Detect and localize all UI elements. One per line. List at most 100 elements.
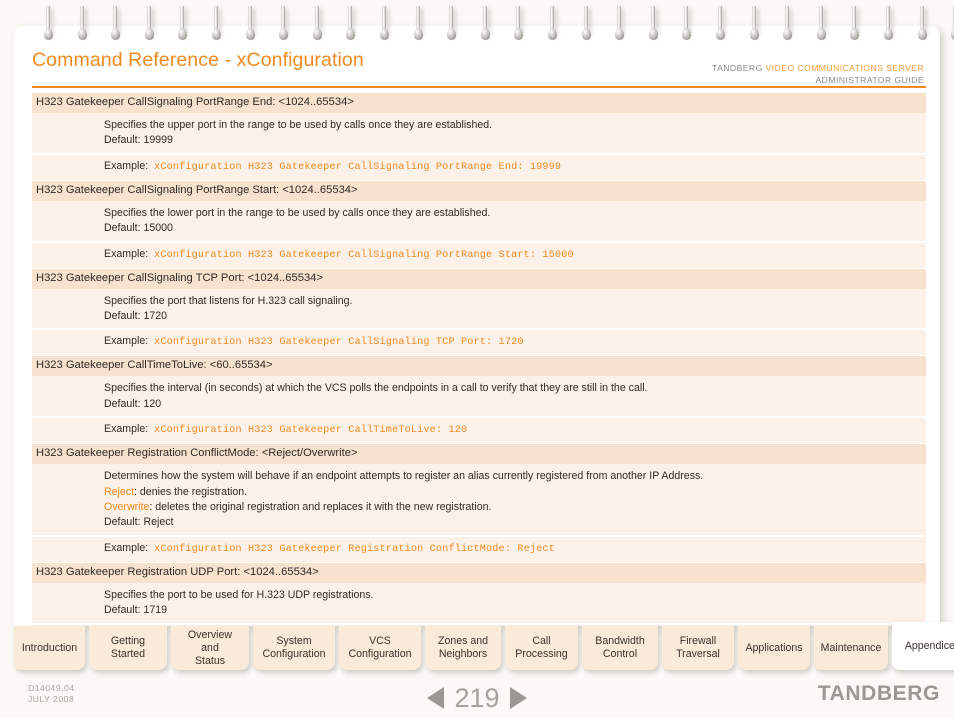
tab-label: Call Processing — [515, 635, 568, 660]
tab-zones-and-neighbors[interactable]: Zones and Neighbors — [425, 626, 501, 670]
example-code: xConfiguration H323 Gatekeeper CallSigna… — [154, 337, 524, 349]
tab-bandwidth-control[interactable]: Bandwidth Control — [582, 626, 658, 670]
command-entry-body: Specifies the lower port in the range to… — [32, 200, 926, 268]
triangle-right-icon[interactable] — [509, 687, 527, 709]
example-code: xConfiguration H323 Gatekeeper CallSigna… — [154, 249, 574, 261]
example-label: Example: — [104, 541, 149, 554]
command-entry: H323 Gatekeeper CallSignaling TCP Port: … — [32, 267, 926, 356]
option-keyword: Reject — [104, 485, 135, 498]
command-example: Example: xConfiguration H323 Gatekeeper … — [104, 247, 920, 263]
description-line: Determines how the system will behave if… — [104, 470, 704, 483]
page-footer: D14049.04 JULY 2008 219 TANDBERG — [0, 678, 954, 718]
description-line: Specifies the port to be used for H.323 … — [104, 588, 374, 601]
brand-block: TANDBERG VIDEO COMMUNICATIONS SERVER ADM… — [712, 62, 924, 86]
command-description: Specifies the lower port in the range to… — [32, 201, 926, 241]
command-example-row: Example: xConfiguration H323 Gatekeeper … — [32, 328, 926, 356]
brand-vcs: VIDEO COMMUNICATIONS SERVER — [765, 63, 924, 73]
command-entry: H323 Gatekeeper CallTimeToLive: <60..655… — [32, 355, 926, 444]
brand-tandberg: TANDBERG — [712, 63, 766, 73]
command-example-row: Example: xConfiguration H323 Gatekeeper … — [32, 416, 926, 444]
tab-label: Getting Started — [110, 635, 146, 660]
tab-maintenance[interactable]: Maintenance — [814, 626, 888, 670]
tab-label: Overview and Status — [187, 628, 233, 667]
description-line: Default: 15000 — [104, 222, 173, 235]
tab-system-configuration[interactable]: System Configuration — [253, 626, 335, 670]
command-example: Example: xConfiguration H323 Gatekeeper … — [104, 422, 920, 438]
tab-overview-and-status[interactable]: Overview and Status — [171, 626, 249, 670]
description-line: Specifies the interval (in seconds) at w… — [104, 382, 648, 395]
command-description: Specifies the port that listens for H.32… — [32, 289, 926, 329]
tab-label: Firewall Traversal — [676, 635, 720, 660]
description-line: Specifies the upper port in the range to… — [104, 119, 493, 131]
command-entry: H323 Gatekeeper Registration UDP Port: <… — [32, 561, 926, 626]
tab-applications[interactable]: Applications — [738, 626, 810, 670]
description-line: Default: 1720 — [104, 310, 168, 323]
example-label: Example: — [104, 423, 149, 436]
command-description: Specifies the interval (in seconds) at w… — [32, 376, 926, 416]
tab-firewall-traversal[interactable]: Firewall Traversal — [662, 626, 734, 670]
command-entry-header: H323 Gatekeeper Registration UDP Port: <… — [32, 561, 926, 583]
command-entry-body: Specifies the port that listens for H.32… — [32, 288, 926, 356]
command-entry-body: Specifies the interval (in seconds) at w… — [32, 376, 926, 444]
command-entry: H323 Gatekeeper CallSignaling PortRange … — [32, 179, 926, 268]
command-entry-header: H323 Gatekeeper CallSignaling PortRange … — [32, 92, 926, 113]
triangle-left-icon[interactable] — [427, 687, 445, 709]
description-line: Specifies the lower port in the range to… — [104, 206, 491, 219]
command-example-row: Example: xConfiguration H323 Gatekeeper … — [32, 152, 926, 180]
command-example: Example: xConfiguration H323 Gatekeeper … — [104, 334, 920, 350]
page-header: Command Reference - xConfiguration TANDB… — [14, 26, 940, 92]
tandberg-logo: TANDBERG — [817, 682, 940, 705]
command-entry: H323 Gatekeeper Registration ConflictMod… — [32, 443, 926, 562]
command-description: Specifies the port to be used for H.323 … — [32, 583, 926, 623]
example-label: Example: — [104, 335, 149, 348]
command-example: Example: xConfiguration H323 Gatekeeper … — [104, 541, 920, 557]
tab-introduction[interactable]: Introduction — [14, 626, 85, 670]
description-line: Default: Reject — [104, 516, 174, 529]
tab-label: System Configuration — [262, 635, 326, 660]
command-description: Determines how the system will behave if… — [32, 464, 926, 535]
example-code: xConfiguration H323 Gatekeeper Registrat… — [154, 543, 555, 555]
example-label: Example: — [104, 159, 149, 172]
tab-vcs-configuration[interactable]: VCS Configuration — [339, 626, 421, 670]
document-viewer: Command Reference - xConfiguration TANDB… — [0, 0, 954, 718]
example-label: Example: — [104, 247, 149, 260]
command-example: Example: xConfiguration H323 Gatekeeper … — [104, 159, 920, 175]
description-line: Specifies the port that listens for H.32… — [104, 294, 353, 307]
option-text: : denies the registration. — [134, 485, 248, 498]
title-divider — [32, 86, 926, 88]
tab-call-processing[interactable]: Call Processing — [505, 626, 578, 670]
command-entry-header: H323 Gatekeeper CallSignaling PortRange … — [32, 179, 926, 201]
command-entry-header: H323 Gatekeeper CallTimeToLive: <60..655… — [32, 355, 926, 377]
section-tab-bar[interactable]: Introduction Getting Started Overview and … — [14, 622, 954, 674]
tab-label: VCS Configuration — [348, 635, 412, 660]
command-entry-body: Specifies the upper port in the range to… — [32, 113, 926, 180]
example-code: xConfiguration H323 Gatekeeper CallSigna… — [154, 161, 562, 173]
command-entry: H323 Gatekeeper CallSignaling PortRange … — [32, 92, 926, 180]
command-entry-body: Specifies the port to be used for H.323 … — [32, 582, 926, 626]
description-line: Default: 120 — [104, 397, 162, 410]
command-entry-header: H323 Gatekeeper Registration ConflictMod… — [32, 443, 926, 465]
option-keyword: Overwrite — [104, 501, 150, 514]
command-example-row: Example: xConfiguration H323 Gatekeeper … — [32, 240, 926, 268]
brand-line-1: TANDBERG VIDEO COMMUNICATIONS SERVER — [712, 62, 924, 74]
brand-line-2: ADMINISTRATOR GUIDE — [815, 75, 924, 85]
tab-label: Introduction — [21, 641, 78, 654]
document-page: Command Reference - xConfiguration TANDB… — [14, 26, 940, 626]
tab-label: Maintenance — [820, 641, 882, 654]
command-entry-body: Determines how the system will behave if… — [32, 464, 926, 562]
tab-label: Applications — [745, 641, 803, 654]
tab-label: Bandwidth Control — [595, 635, 645, 660]
command-entry-header: H323 Gatekeeper CallSignaling TCP Port: … — [32, 267, 926, 289]
page-number: 219 — [454, 683, 500, 713]
example-code: xConfiguration H323 Gatekeeper CallTimeT… — [154, 425, 468, 437]
description-line: Reject: denies the registration. — [104, 485, 920, 500]
description-line: Default: 19999 — [104, 134, 173, 147]
tab-getting-started[interactable]: Getting Started — [89, 626, 167, 670]
command-reference-table: H323 Gatekeeper CallSignaling PortRange … — [32, 92, 926, 626]
option-text: : deletes the original registration and … — [149, 501, 492, 514]
tab-appendices[interactable]: Appendices — [892, 622, 954, 670]
command-description: Specifies the upper port in the range to… — [32, 113, 926, 153]
description-line: Overwrite: deletes the original registra… — [104, 500, 920, 515]
command-example-row: Example: xConfiguration H323 Gatekeeper … — [32, 534, 926, 562]
description-line: Default: 1719 — [104, 604, 168, 617]
